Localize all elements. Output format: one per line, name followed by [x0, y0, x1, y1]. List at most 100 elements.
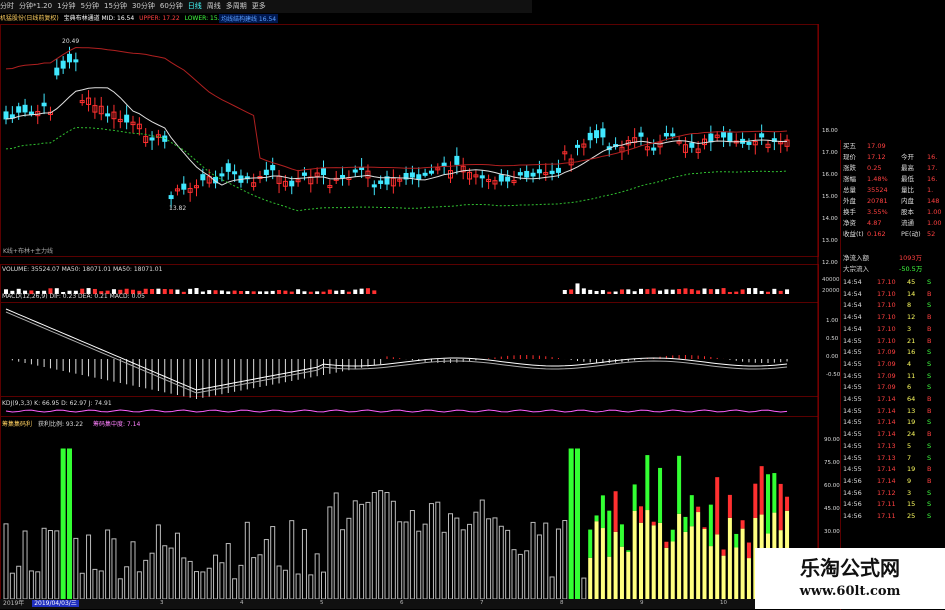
tick-row: 14:55 17.14 13 B — [841, 405, 945, 417]
period-tab-10[interactable]: 更多 — [252, 2, 266, 10]
tick-row: 14:55 17.14 64 B — [841, 393, 945, 405]
date-mark: 6 — [400, 600, 404, 606]
tick-cell: B — [927, 336, 932, 345]
quote-cell: PE(动) — [901, 230, 921, 238]
kdj-header: KDJ(9,3,3) K: 66.95 D: 62.97 J: 74.91 — [2, 400, 112, 407]
period-tab-8[interactable]: 周线 — [207, 2, 221, 10]
chip-bar — [143, 559, 149, 600]
chip-bar — [340, 529, 346, 600]
volume-bar — [689, 289, 694, 294]
price-y-tick: 18.00 — [822, 128, 838, 134]
date-mark: 8 — [560, 600, 564, 606]
chip-bar — [467, 523, 473, 600]
volume-bar — [740, 289, 745, 294]
candle-body — [200, 174, 206, 181]
period-toolbar: 分时 分钟*1.20 1分钟 5分钟 15分钟 30分钟 60分钟 日线 周线 多周期 更多 — [0, 0, 532, 13]
tick-cell: S — [927, 512, 932, 520]
candle-body — [638, 132, 644, 137]
candle-body — [454, 155, 460, 165]
tick-cell: 14:55 — [843, 430, 862, 439]
kdj-line — [5, 409, 788, 413]
date-mark: 3 — [160, 600, 164, 606]
volume-bar — [188, 288, 193, 294]
chip-bar — [35, 571, 41, 600]
date-bar-selected[interactable]: 2019/04/03/三 — [32, 600, 79, 607]
tick-cell: 14:55 — [843, 371, 862, 380]
candle-body — [181, 183, 187, 190]
volume-bar — [315, 291, 320, 294]
chip-bar-top — [658, 467, 663, 523]
chip-bar-profit — [607, 556, 612, 599]
chip-bar — [194, 571, 199, 600]
stock-title: 机猛股份(日线前复权) — [0, 15, 59, 22]
volume-bar — [162, 289, 167, 294]
period-tab-2[interactable]: 1分钟 — [57, 2, 75, 10]
volume-bar — [277, 290, 282, 294]
period-tab-4[interactable]: 15分钟 — [104, 2, 127, 10]
dea-line — [5, 311, 788, 394]
main-chart-area[interactable] — [0, 24, 820, 609]
chip-bar — [295, 573, 301, 600]
chip-bar — [479, 499, 485, 600]
chip-bar-top — [670, 529, 675, 542]
tick-cell: 14:55 — [843, 336, 862, 345]
volume-bar — [626, 289, 631, 294]
chip-bar — [448, 513, 453, 600]
candle-body — [727, 132, 733, 142]
chip-bar — [136, 571, 142, 600]
chip-header-a: 筹集集码利 — [2, 421, 33, 428]
volume-bar — [169, 289, 174, 294]
chip-bar-top — [746, 542, 751, 559]
period-tab-0[interactable]: 分时 — [0, 2, 14, 10]
chip-bar — [225, 543, 231, 600]
tick-row: 14:55 17.09 4 S — [841, 358, 945, 370]
chip-bar — [16, 565, 22, 600]
volume-bar — [632, 291, 637, 294]
candle-body — [28, 111, 34, 115]
candle-body — [378, 180, 384, 184]
chip-bar — [435, 501, 441, 600]
chip-bar-profit — [683, 531, 688, 599]
panel-frame — [0, 396, 819, 417]
volume-bar — [359, 288, 364, 294]
period-tab-5[interactable]: 30分钟 — [132, 2, 155, 10]
watermark-title: 乐淘公式网 — [800, 556, 900, 580]
chip-bar-top — [753, 483, 758, 519]
volume-bar — [664, 289, 669, 294]
price-y-tick: 13.00 — [822, 238, 838, 244]
chip-bar — [562, 520, 568, 600]
period-tab-9[interactable]: 多周期 — [226, 2, 247, 10]
chip-bar-profit — [670, 541, 675, 599]
chip-bar-profit — [658, 522, 663, 599]
tick-cell: 25 — [907, 512, 916, 520]
volume-bar — [219, 290, 224, 294]
period-tab-3[interactable]: 5分钟 — [81, 2, 99, 10]
tick-cell: 14:54 — [843, 289, 862, 298]
chip-bar-profit — [702, 528, 707, 599]
candle-body — [530, 172, 536, 177]
chip-bar — [536, 534, 542, 600]
chip-bar-top — [721, 549, 726, 556]
chip-bar-top — [696, 506, 701, 513]
chip-bar — [384, 492, 390, 600]
volume-bar — [588, 289, 593, 294]
chip-header-b: 获利比例: 93.22 — [37, 421, 84, 428]
chip-bar — [359, 503, 365, 600]
flow-cell: 大宗流入 — [843, 265, 869, 273]
chip-bar-top — [759, 466, 764, 515]
period-tab-7[interactable]: 日线 — [188, 2, 202, 10]
chip-bar-profit — [619, 546, 624, 599]
chip-bar-top — [639, 506, 643, 523]
price-y-tick: 12.00 — [822, 260, 838, 266]
chip-bar-top — [645, 455, 650, 511]
chip-bar — [149, 552, 155, 600]
tick-cell: 17.10 — [877, 324, 896, 333]
chip-bar — [257, 554, 263, 600]
candle-body — [105, 113, 111, 117]
tick-cell: B — [927, 395, 932, 403]
chip-bar-top — [778, 483, 783, 531]
chip-bar — [181, 557, 187, 600]
period-tab-1[interactable]: 分钟*1.20 — [19, 2, 52, 10]
period-tab-6[interactable]: 60分钟 — [160, 2, 183, 10]
volume-bar — [600, 290, 605, 294]
